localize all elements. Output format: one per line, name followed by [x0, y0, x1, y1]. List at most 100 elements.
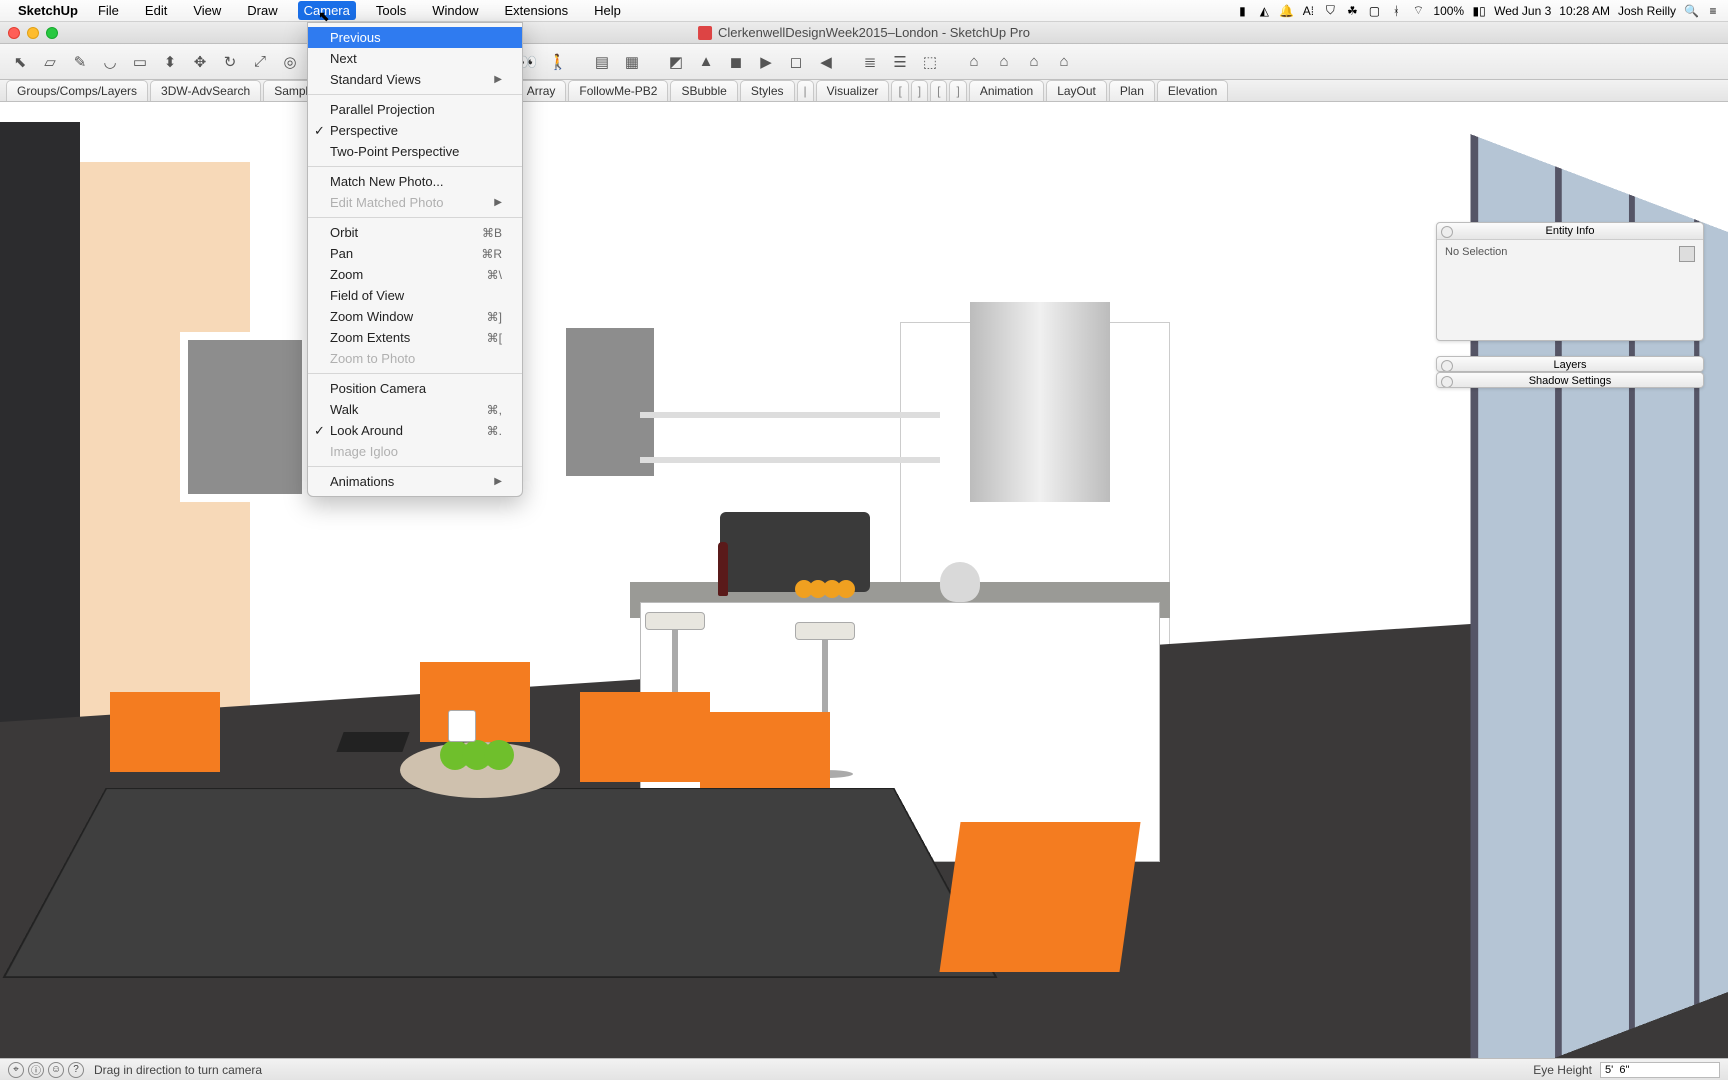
menu-item-position-camera[interactable]: Position Camera	[308, 378, 522, 399]
menu-item-next[interactable]: Next	[308, 48, 522, 69]
menu-icon[interactable]: ≡	[1706, 4, 1720, 18]
menubar-item-file[interactable]: File	[92, 1, 125, 20]
scale-tool[interactable]: ⤢	[246, 48, 274, 76]
window-close-button[interactable]	[8, 27, 20, 39]
notifications-icon[interactable]: 🔔	[1279, 4, 1293, 18]
front-tool[interactable]: ◼	[722, 48, 750, 76]
scene-tab[interactable]: Array	[516, 80, 567, 101]
viewport[interactable]: Entity Info No Selection Layers Shadow S…	[0, 102, 1728, 1058]
panel-header[interactable]: Entity Info	[1437, 223, 1703, 240]
menu-item-zoom-extents[interactable]: Zoom Extents⌘[	[308, 327, 522, 348]
entity-info-panel[interactable]: Entity Info No Selection	[1436, 222, 1704, 341]
top-tool[interactable]: ▲	[692, 48, 720, 76]
move-tool[interactable]: ✥	[186, 48, 214, 76]
pushpull-tool[interactable]: ⬍	[156, 48, 184, 76]
bluetooth-icon[interactable]: ᚼ	[1389, 4, 1403, 18]
entity-options-button[interactable]	[1679, 246, 1695, 262]
scene-tab[interactable]: [	[891, 80, 908, 101]
house3-tool[interactable]: ⌂	[1020, 48, 1048, 76]
menubar-item-draw[interactable]: Draw	[241, 1, 283, 20]
walk-tool[interactable]: 🚶	[544, 48, 572, 76]
house-tool[interactable]: ⌂	[960, 48, 988, 76]
scene-tab[interactable]: LayOut	[1046, 80, 1107, 101]
app-indicator-icon[interactable]: ▮	[1235, 4, 1249, 18]
layer-tool[interactable]: ≣	[856, 48, 884, 76]
menu-item-zoom-window[interactable]: Zoom Window⌘]	[308, 306, 522, 327]
drive-icon[interactable]: ◭	[1257, 4, 1271, 18]
user-icon[interactable]: ☺	[48, 1062, 64, 1078]
menu-item-zoom[interactable]: Zoom⌘\	[308, 264, 522, 285]
pencil-tool[interactable]: ✎	[66, 48, 94, 76]
menubar-item-edit[interactable]: Edit	[139, 1, 173, 20]
scene-tab[interactable]: [	[930, 80, 947, 101]
menu-item-standard-views[interactable]: Standard Views▶	[308, 69, 522, 90]
scene-tab[interactable]: ]	[911, 80, 928, 101]
scene-tab[interactable]: ]	[949, 80, 966, 101]
outliner-tool[interactable]: ☰	[886, 48, 914, 76]
shadow-settings-panel[interactable]: Shadow Settings	[1436, 372, 1704, 388]
adobe-icon[interactable]: A⁞	[1301, 4, 1315, 18]
scene-tab[interactable]: 3DW-AdvSearch	[150, 80, 261, 101]
menu-item-two-point-perspective[interactable]: Two-Point Perspective	[308, 141, 522, 162]
menubar-item-view[interactable]: View	[187, 1, 227, 20]
battery-icon[interactable]: ▮▯	[1472, 4, 1486, 18]
iso-tool[interactable]: ◩	[662, 48, 690, 76]
scene-tab[interactable]: Animation	[969, 80, 1044, 101]
scene-tab[interactable]: |	[797, 80, 814, 101]
back-tool[interactable]: ◻	[782, 48, 810, 76]
menu-item-field-of-view[interactable]: Field of View	[308, 285, 522, 306]
display-icon[interactable]: ▢	[1367, 4, 1381, 18]
menu-item-orbit[interactable]: Orbit⌘B	[308, 222, 522, 243]
spotlight-icon[interactable]: 🔍	[1684, 4, 1698, 18]
xray-tool[interactable]: ▦	[618, 48, 646, 76]
menu-item-walk[interactable]: Walk⌘,	[308, 399, 522, 420]
wifi-icon[interactable]: ⌔	[1411, 3, 1425, 18]
scene-tab[interactable]: Plan	[1109, 80, 1155, 101]
section-tool[interactable]: ▤	[588, 48, 616, 76]
camera-menu-dropdown[interactable]: PreviousNextStandard Views▶ Parallel Proj…	[307, 22, 523, 497]
window-zoom-button[interactable]	[46, 27, 58, 39]
menu-item-previous[interactable]: Previous	[308, 27, 522, 48]
window-minimize-button[interactable]	[27, 27, 39, 39]
geo-icon[interactable]: ⌖	[8, 1062, 24, 1078]
left-tool[interactable]: ◀	[812, 48, 840, 76]
scene-tab[interactable]: Visualizer	[816, 80, 890, 101]
panel-header[interactable]: Shadow Settings	[1437, 373, 1703, 388]
menubar-date[interactable]: Wed Jun 3	[1494, 4, 1551, 18]
menubar-item-help[interactable]: Help	[588, 1, 627, 20]
menubar-item-tools[interactable]: Tools	[370, 1, 412, 20]
menubar-item-extensions[interactable]: Extensions	[498, 1, 574, 20]
menubar-user[interactable]: Josh Reilly	[1618, 4, 1676, 18]
menubar-item-camera[interactable]: Camera	[298, 1, 356, 20]
house2-tool[interactable]: ⌂	[990, 48, 1018, 76]
scene-tab[interactable]: Styles	[740, 80, 795, 101]
menu-item-pan[interactable]: Pan⌘R	[308, 243, 522, 264]
menu-item-animations[interactable]: Animations▶	[308, 471, 522, 492]
app-name[interactable]: SketchUp	[18, 3, 78, 18]
shield-icon[interactable]: ⛉	[1323, 3, 1337, 18]
evernote-icon[interactable]: ☘	[1345, 4, 1359, 18]
menubar-time[interactable]: 10:28 AM	[1559, 4, 1610, 18]
measure-input[interactable]	[1600, 1062, 1720, 1078]
select-tool[interactable]: ⬉	[6, 48, 34, 76]
right-tool[interactable]: ▶	[752, 48, 780, 76]
menu-item-parallel-projection[interactable]: Parallel Projection	[308, 99, 522, 120]
scene-tab[interactable]: FollowMe-PB2	[568, 80, 668, 101]
offset-tool[interactable]: ◎	[276, 48, 304, 76]
scene-tab[interactable]: Groups/Comps/Layers	[6, 80, 148, 101]
help-icon[interactable]: ?	[68, 1062, 84, 1078]
scene-tab[interactable]: Elevation	[1157, 80, 1228, 101]
credits-icon[interactable]: ⓘ	[28, 1062, 44, 1078]
rotate-tool[interactable]: ↻	[216, 48, 244, 76]
scene-tab[interactable]: SBubble	[670, 80, 737, 101]
rectangle-tool[interactable]: ▭	[126, 48, 154, 76]
menu-item-perspective[interactable]: ✓Perspective	[308, 120, 522, 141]
menu-item-match-new-photo-[interactable]: Match New Photo...	[308, 171, 522, 192]
house4-tool[interactable]: ⌂	[1050, 48, 1078, 76]
battery-percent[interactable]: 100%	[1433, 4, 1464, 18]
layers-panel[interactable]: Layers	[1436, 356, 1704, 372]
3dw-tool[interactable]: ⬚	[916, 48, 944, 76]
menubar-item-window[interactable]: Window	[426, 1, 484, 20]
eraser-tool[interactable]: ▱	[36, 48, 64, 76]
panel-header[interactable]: Layers	[1437, 357, 1703, 372]
